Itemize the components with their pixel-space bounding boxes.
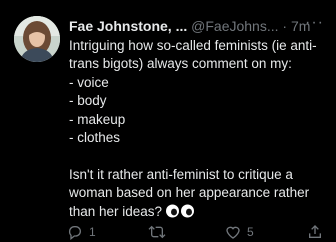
author-handle[interactable]: @FaeJohns... [191, 18, 278, 34]
more-options-icon[interactable]: ··· [305, 15, 324, 31]
retweet-icon [148, 224, 166, 240]
reply-count: 1 [89, 225, 96, 239]
tweet-line: Intriguing how so-called feminists (ie a… [69, 38, 317, 53]
heart-icon [225, 224, 241, 240]
avatar[interactable] [14, 16, 60, 62]
separator-dot: · [282, 18, 288, 34]
tweet-line: woman based on her appearance rather [69, 185, 310, 201]
eyes-emoji-icon [165, 204, 195, 223]
share-button[interactable] [307, 224, 323, 240]
tweet-actions: 1 5 [62, 224, 336, 242]
reply-button[interactable]: 1 [67, 224, 96, 240]
retweet-button[interactable] [148, 224, 172, 240]
tweet-text: Intriguing how so-called feminists (ie a… [69, 37, 327, 223]
tweet-line: - voice [69, 74, 109, 90]
tweet-line: Isn't it rather anti-feminist to critiqu… [69, 166, 293, 182]
tweet-line: - clothes [69, 130, 121, 146]
tweet-line-text: than her ideas? [69, 203, 163, 219]
author-name[interactable]: Fae Johnstone, ... [69, 18, 187, 34]
share-icon [307, 224, 323, 240]
tweet-line-last: than her ideas? [69, 203, 327, 223]
tweet-line: - body [69, 93, 107, 109]
like-count: 5 [247, 225, 254, 239]
tweet-header: Fae Johnstone, ... @FaeJohns... · 7m [69, 16, 328, 36]
reply-icon [67, 224, 83, 240]
tweet-card[interactable]: Fae Johnstone, ... @FaeJohns... · 7m ···… [0, 0, 336, 240]
tweet-line: - makeup [69, 111, 126, 127]
like-button[interactable]: 5 [225, 224, 254, 240]
tweet-line: trans bigots) always comment on my: [69, 56, 292, 72]
